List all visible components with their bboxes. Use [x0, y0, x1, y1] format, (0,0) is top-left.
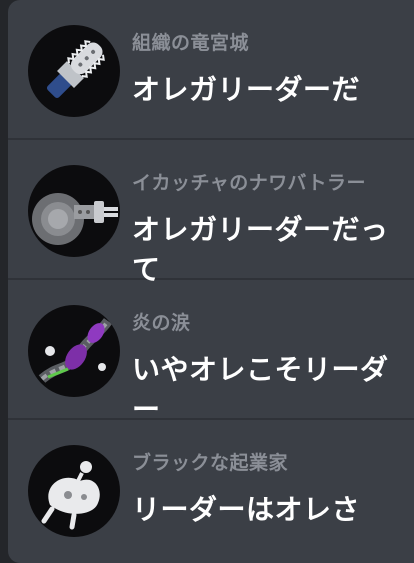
- title-name: いやオレこそリーダー: [132, 353, 389, 426]
- chainsaw-icon: [28, 25, 120, 117]
- title-list-panel: 組織の竜宮城 オレガリーダーだ イカッチャのナワバトラー オレガリーダーだって: [8, 0, 414, 563]
- title-name: オレガリーダーだ: [132, 73, 361, 106]
- team-name: 炎の涙: [132, 312, 191, 334]
- list-item[interactable]: イカッチャのナワバトラー オレガリーダーだって: [8, 140, 414, 286]
- purple-chain-icon: [28, 305, 120, 397]
- hand-drill-icon: [28, 165, 120, 257]
- list-item[interactable]: 組織の竜宮城 オレガリーダーだ: [8, 0, 414, 140]
- title-name: オレガリーダーだって: [132, 213, 389, 286]
- title-name: リーダーはオレさ: [132, 493, 361, 526]
- list-item[interactable]: 炎の涙 いやオレこそリーダー: [8, 280, 414, 426]
- team-name: 組織の竜宮城: [132, 32, 250, 54]
- white-creature-icon: [28, 445, 120, 537]
- team-name: ブラックな起業家: [132, 452, 289, 474]
- list-item[interactable]: ブラックな起業家 リーダーはオレさ: [8, 420, 414, 560]
- team-name: イカッチャのナワバトラー: [132, 172, 367, 194]
